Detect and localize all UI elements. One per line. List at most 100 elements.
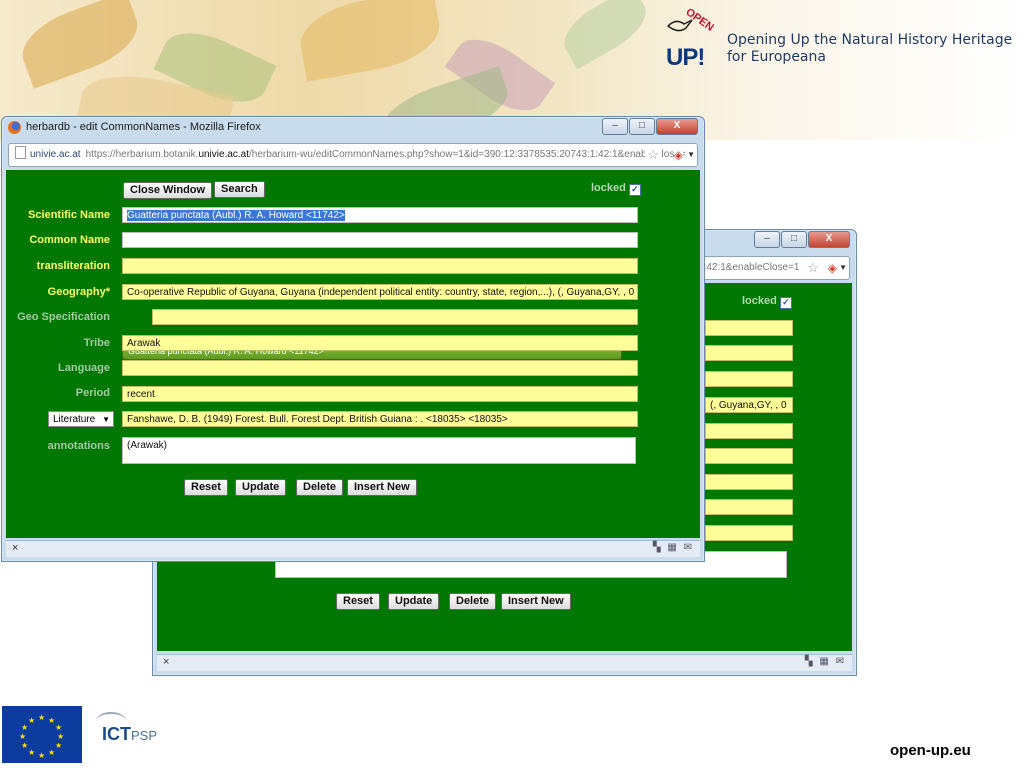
firefox-icon bbox=[8, 121, 21, 134]
scientific-name-value: Guatteria punctata (Aubl.) R. A. Howard … bbox=[127, 210, 345, 221]
tagline-line-1: Opening Up the Natural History Heritage bbox=[727, 32, 1013, 48]
ict-sub-text: PSP bbox=[131, 728, 158, 743]
window-title: herbardb - edit CommonNames - Mozilla Fi… bbox=[26, 121, 261, 133]
svg-text:★: ★ bbox=[55, 741, 62, 750]
front-browser-window[interactable]: herbardb - edit CommonNames - Mozilla Fi… bbox=[1, 116, 705, 562]
svg-text:★: ★ bbox=[21, 741, 28, 750]
url-prefix: https://herbarium.botanik. bbox=[85, 149, 199, 160]
openup-brand: OPEN UP! Opening Up the Natural History … bbox=[666, 6, 1016, 71]
back-statusbar: × ▚ ▦ ✉ bbox=[157, 654, 852, 671]
back-url-text: 1:42:1&enableClose=1 bbox=[698, 262, 800, 273]
maximize-button[interactable]: □ bbox=[781, 231, 807, 248]
field[interactable] bbox=[705, 525, 793, 541]
annotations-label: annotations bbox=[47, 440, 110, 452]
ict-psp-logo: ICTPSP bbox=[96, 712, 176, 757]
logo-up-text: UP! bbox=[666, 44, 705, 71]
svg-text:★: ★ bbox=[19, 732, 26, 741]
insert-new-button[interactable]: Insert New bbox=[347, 479, 417, 496]
geography-value: Co-operative Republic of Guyana, Guyana … bbox=[127, 287, 635, 298]
front-statusbar: × ▚ ▦ ✉ bbox=[6, 540, 700, 557]
page-icon bbox=[15, 146, 26, 159]
url-domain-badge: univie.ac.at bbox=[30, 149, 81, 160]
page-content: Close Window Search locked ✓ Scientific N… bbox=[6, 170, 700, 538]
language-field[interactable] bbox=[122, 360, 638, 376]
back-url-bar[interactable]: 1:42:1&enableClose=1 ☆ ◈ ▼ bbox=[693, 256, 850, 280]
scientific-name-field[interactable]: Guatteria punctata (Aubl.) R. A. Howard … bbox=[122, 207, 638, 223]
eu-stars-icon: ★ ★★ ★★★ ★★★ ★★★ bbox=[19, 713, 64, 760]
brand-tagline: Opening Up the Natural History Heritage … bbox=[727, 32, 1012, 66]
url-path: /herbarium-wu/editCommonNames.php?show=1… bbox=[249, 149, 692, 160]
addon-icon[interactable]: ◈ bbox=[828, 257, 837, 279]
field[interactable] bbox=[705, 448, 793, 464]
field[interactable] bbox=[705, 423, 793, 439]
tribe-field[interactable]: Arawak bbox=[122, 335, 638, 351]
svg-text:★: ★ bbox=[48, 748, 55, 757]
leaf-decoration bbox=[13, 0, 147, 89]
front-titlebar[interactable]: herbardb - edit CommonNames - Mozilla Fi… bbox=[2, 117, 704, 139]
scientific-name-label: Scientific Name bbox=[28, 209, 110, 221]
language-label: Language bbox=[58, 362, 110, 374]
bookmark-star-icon[interactable]: ☆ bbox=[807, 257, 819, 279]
status-close-icon[interactable]: × bbox=[12, 542, 18, 554]
status-icons: ▚ ▦ ✉ bbox=[804, 656, 846, 667]
close-window-button[interactable]: Close Window bbox=[123, 182, 213, 199]
locked-label: locked bbox=[742, 295, 777, 307]
search-button[interactable]: Search bbox=[214, 181, 265, 198]
geo-specification-field[interactable] bbox=[152, 309, 638, 325]
locked-indicator: locked ✓ bbox=[742, 295, 792, 309]
footer-url[interactable]: open-up.eu bbox=[890, 742, 971, 759]
minimize-button[interactable]: – bbox=[602, 118, 628, 135]
update-button[interactable]: Update bbox=[235, 479, 287, 496]
geography-field[interactable]: Co-operative Republic of Guyana, Guyana … bbox=[122, 284, 638, 300]
geography-field[interactable]: (, Guyana,GY, , 0 bbox=[705, 397, 793, 413]
tribe-value: Arawak bbox=[127, 338, 161, 349]
svg-text:★: ★ bbox=[55, 723, 62, 732]
locked-checkbox[interactable]: ✓ bbox=[779, 297, 792, 309]
field[interactable] bbox=[705, 371, 793, 387]
status-close-icon[interactable]: × bbox=[163, 656, 169, 668]
bookmark-star-icon[interactable]: ☆ bbox=[645, 144, 661, 166]
literature-select[interactable]: Literature ▼ bbox=[48, 411, 114, 427]
dropdown-arrow-icon[interactable]: ▼ bbox=[687, 144, 695, 166]
common-name-field[interactable] bbox=[122, 232, 638, 248]
annotations-field[interactable]: (Arawak) bbox=[122, 437, 636, 464]
locked-indicator: locked ✓ bbox=[591, 182, 641, 196]
locked-checkbox[interactable]: ✓ bbox=[628, 184, 641, 196]
svg-text:★: ★ bbox=[28, 748, 35, 757]
leaf-decoration bbox=[294, 0, 446, 82]
period-label: Period bbox=[75, 387, 110, 399]
reset-button[interactable]: Reset bbox=[184, 479, 228, 496]
field[interactable] bbox=[705, 320, 793, 336]
close-button[interactable]: X bbox=[656, 118, 698, 135]
url-bar[interactable]: univie.ac.at https://herbarium.botanik.un… bbox=[8, 143, 698, 167]
dropdown-arrow-icon[interactable]: ▼ bbox=[839, 257, 847, 279]
common-name-label: Common Name bbox=[29, 234, 110, 246]
ict-main-text: ICT bbox=[102, 724, 131, 744]
field[interactable] bbox=[705, 499, 793, 515]
svg-text:★: ★ bbox=[28, 716, 35, 725]
svg-text:★: ★ bbox=[38, 751, 45, 760]
delete-button[interactable]: Delete bbox=[449, 593, 497, 610]
close-button[interactable]: X bbox=[808, 231, 850, 248]
field[interactable] bbox=[705, 474, 793, 490]
period-value: recent bbox=[127, 389, 155, 400]
transliteration-field[interactable] bbox=[122, 258, 638, 274]
tribe-label: Tribe bbox=[83, 337, 110, 349]
transliteration-label: transliteration bbox=[36, 260, 110, 272]
openup-logo: OPEN UP! bbox=[666, 6, 722, 71]
window-controls: – □ X bbox=[602, 118, 698, 135]
geo-specification-label: Geo Specification bbox=[17, 311, 110, 323]
update-button[interactable]: Update bbox=[388, 593, 440, 610]
insert-new-button[interactable]: Insert New bbox=[501, 593, 571, 610]
period-field[interactable]: recent bbox=[122, 386, 638, 402]
field[interactable] bbox=[705, 345, 793, 361]
url-host: univie.ac.at bbox=[198, 149, 250, 160]
ict-logo-text: ICTPSP bbox=[102, 724, 157, 745]
minimize-button[interactable]: – bbox=[754, 231, 780, 248]
reset-button[interactable]: Reset bbox=[336, 593, 380, 610]
geography-fragment: (, Guyana,GY, , 0 bbox=[710, 400, 787, 411]
maximize-button[interactable]: □ bbox=[629, 118, 655, 135]
addon-icon[interactable]: ◈ bbox=[673, 144, 683, 166]
literature-field[interactable]: Fanshawe, D. B. (1949) Forest. Bull. For… bbox=[122, 411, 638, 427]
delete-button[interactable]: Delete bbox=[296, 479, 344, 496]
